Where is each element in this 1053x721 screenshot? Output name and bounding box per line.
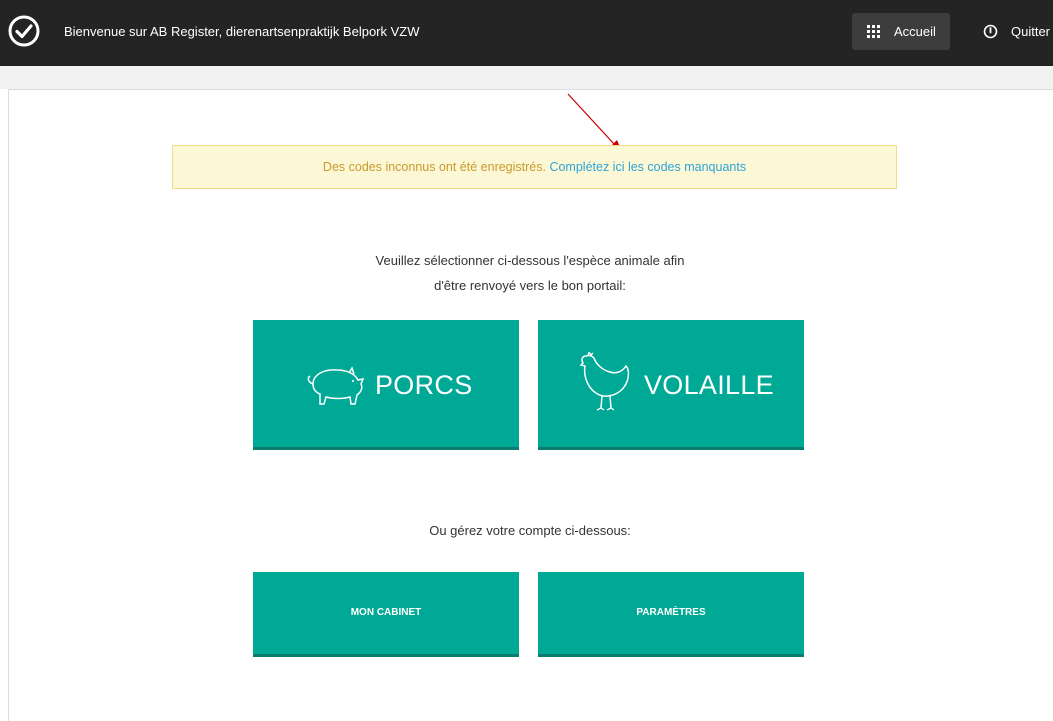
sub-header-strip: [0, 66, 1053, 89]
species-prompt: Veuillez sélectionner ci-dessous l'espèc…: [330, 248, 730, 298]
quitter-label: Quitter: [1011, 24, 1051, 39]
account-prompt: Ou gérez votre compte ci-dessous:: [429, 523, 631, 538]
grid-icon: [867, 25, 880, 38]
pig-icon: [307, 366, 365, 405]
parametres-button[interactable]: PARAMÈTRES: [538, 572, 804, 657]
volaille-label: VOLAILLE: [644, 370, 774, 400]
checkmark-circle-icon[interactable]: [8, 15, 40, 47]
missing-codes-alert: Des codes inconnus ont été enregistrés. …: [172, 145, 897, 189]
porcs-button[interactable]: PORCS: [253, 320, 519, 450]
species-prompt-line2: d'être renvoyé vers le bon portail:: [434, 278, 626, 293]
power-icon: [983, 24, 998, 39]
alert-message: Des codes inconnus ont été enregistrés.: [322, 160, 546, 174]
complete-codes-link[interactable]: Complétez ici les codes manquants: [549, 160, 746, 174]
mon-cabinet-button[interactable]: MON CABINET: [253, 572, 519, 657]
species-prompt-line1: Veuillez sélectionner ci-dessous l'espèc…: [375, 253, 685, 268]
accueil-button[interactable]: Accueil: [852, 13, 950, 50]
porcs-label: PORCS: [375, 370, 473, 400]
volaille-button[interactable]: VOLAILLE: [538, 320, 804, 450]
welcome-text: Bienvenue sur AB Register, dierenartsenp…: [64, 24, 420, 39]
top-navbar: Bienvenue sur AB Register, dierenartsenp…: [0, 0, 1053, 66]
accueil-label: Accueil: [894, 24, 936, 39]
chicken-icon: [579, 352, 630, 411]
